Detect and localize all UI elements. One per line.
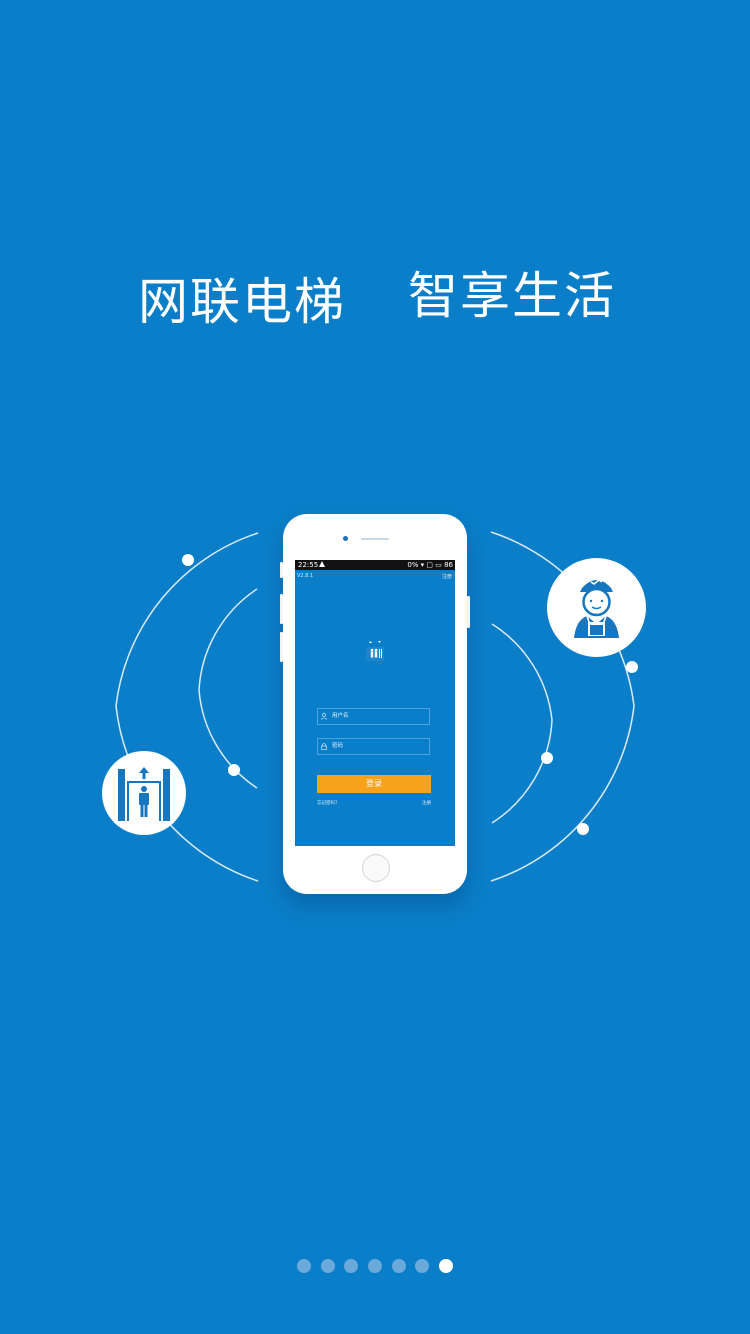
page-dot[interactable] (391, 1259, 406, 1273)
app-logo-icon (366, 641, 384, 661)
phone-mockup: 22:55 0% ▾ ▢ ▭ 86 V2.8.1 注册 用户名 密码 登录 忘记… (280, 514, 470, 894)
lock-icon (321, 743, 327, 750)
orbit-dot (577, 823, 589, 835)
username-field[interactable]: 用户名 (317, 708, 430, 725)
page-dot[interactable] (320, 1259, 335, 1273)
login-button[interactable]: 登录 (317, 775, 431, 793)
password-placeholder: 密码 (332, 743, 344, 749)
phone-camera (343, 536, 348, 541)
phone-side-button (280, 632, 283, 662)
password-field[interactable]: 密码 (317, 738, 430, 755)
page-dot[interactable] (344, 1259, 359, 1273)
elevator-icon (118, 767, 170, 821)
phone-speaker (361, 538, 389, 540)
phone-side-button (280, 562, 283, 578)
page-dot[interactable] (297, 1259, 311, 1273)
forgot-password-link[interactable]: 忘记密码？ (317, 800, 340, 806)
phone-side-button (280, 594, 283, 624)
elevator-badge (102, 751, 186, 835)
status-time: 22:55 (298, 561, 319, 569)
page-dot[interactable] (415, 1259, 430, 1273)
orbit-dot (626, 661, 638, 673)
worker-icon (574, 579, 619, 638)
username-placeholder: 用户名 (332, 713, 349, 719)
page-dot[interactable] (439, 1259, 454, 1273)
phone-home-button (362, 854, 390, 882)
user-icon (321, 713, 327, 720)
status-right: 0% ▾ ▢ ▭ 86 (407, 561, 453, 569)
orbit-dot (228, 764, 240, 776)
top-register-link[interactable]: 注册 (442, 573, 452, 580)
page-indicator (297, 1259, 454, 1273)
phone-screen: 22:55 0% ▾ ▢ ▭ 86 V2.8.1 注册 用户名 密码 登录 忘记… (295, 560, 455, 846)
warning-icon (319, 561, 325, 567)
version-label: V2.8.1 (297, 573, 314, 579)
orbit-dot (541, 752, 553, 764)
status-bar: 22:55 0% ▾ ▢ ▭ 86 (295, 560, 455, 570)
orbit-dot (182, 554, 194, 566)
page-dot[interactable] (368, 1259, 383, 1273)
register-link[interactable]: 注册 (422, 800, 431, 806)
phone-side-button (467, 596, 470, 628)
worker-badge (547, 558, 646, 657)
